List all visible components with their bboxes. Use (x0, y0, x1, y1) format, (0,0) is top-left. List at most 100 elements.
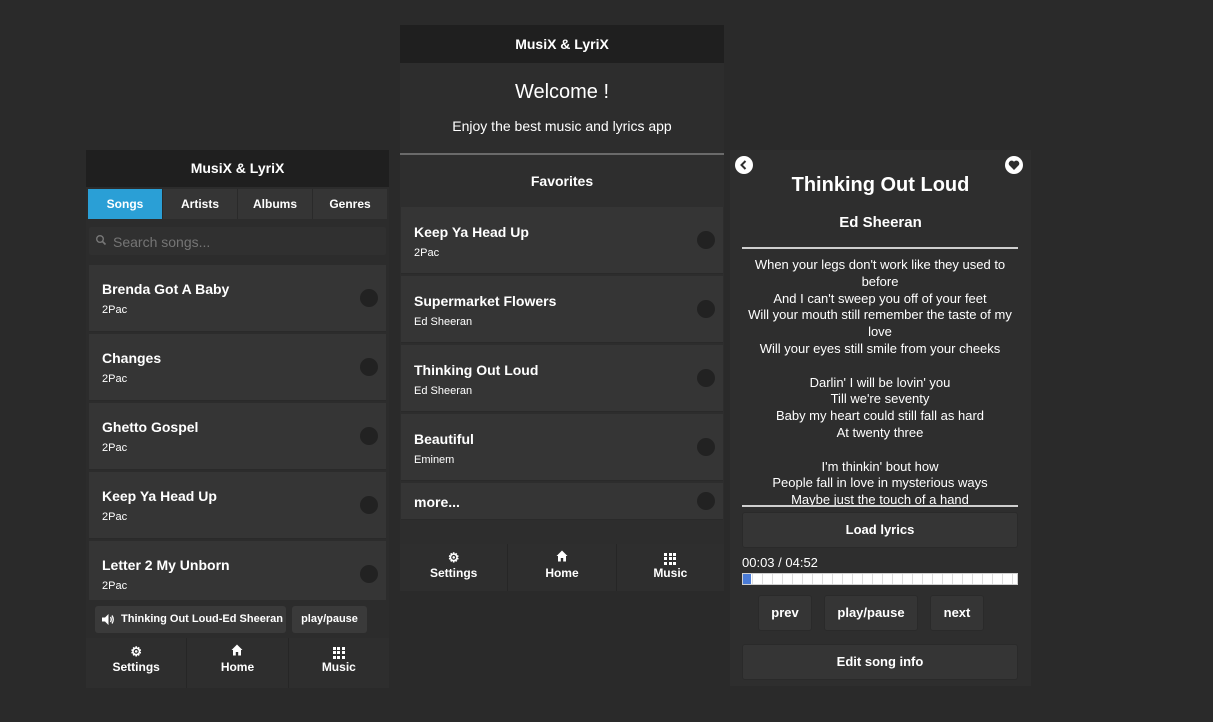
tab-artists[interactable]: Artists (163, 189, 238, 219)
song-artist: 2Pac (414, 247, 440, 259)
play-pause-button[interactable]: play/pause (292, 606, 367, 633)
tab-songs[interactable]: Songs (88, 189, 163, 219)
search-icon (95, 233, 107, 251)
now-playing-bar: Thinking Out Loud-Ed Sheeran play/pause (86, 600, 389, 638)
tab-genres[interactable]: Genres (313, 189, 387, 219)
search-input[interactable] (111, 230, 375, 254)
song-title: Letter 2 My Unborn (102, 557, 230, 573)
list-item[interactable]: Thinking Out Loud Ed Sheeran (401, 345, 723, 412)
nav-settings[interactable]: ⚙ Settings (86, 638, 188, 688)
app-header: MusiX & LyriX (86, 150, 389, 187)
list-item[interactable]: Supermarket Flowers Ed Sheeran (401, 276, 723, 343)
song-title: Keep Ya Head Up (414, 224, 529, 240)
lyrics-box[interactable]: When your legs don't work like they used… (742, 247, 1018, 507)
nav-music[interactable]: Music (289, 638, 389, 688)
time-readout: 00:03 / 04:52 (742, 555, 818, 570)
song-artist: Ed Sheeran (414, 316, 473, 328)
song-artist: 2Pac (102, 580, 128, 592)
song-title: Keep Ya Head Up (102, 488, 217, 504)
list-item[interactable]: Changes 2Pac (89, 334, 386, 401)
library-panel: MusiX & LyriX Songs Artists Albums Genre… (86, 150, 389, 688)
nav-home[interactable]: Home (187, 638, 289, 688)
song-title: Brenda Got A Baby (102, 281, 230, 297)
progress-ticks (743, 574, 1017, 584)
nav-settings-label: Settings (112, 660, 160, 674)
song-artist: 2Pac (102, 511, 128, 523)
list-item[interactable]: Letter 2 My Unborn 2Pac (89, 541, 386, 608)
status-dot (697, 492, 715, 510)
grid-icon (289, 644, 389, 660)
song-artist: 2Pac (102, 373, 128, 385)
song-artist: 2Pac (102, 442, 128, 454)
lyrics-text: When your legs don't work like they used… (748, 257, 1012, 507)
nav-home-label: Home (545, 566, 579, 580)
search-bar (89, 227, 386, 255)
favorites-list: Keep Ya Head Up 2Pac Supermarket Flowers… (401, 207, 723, 520)
nav-settings[interactable]: ⚙ Settings (400, 544, 509, 591)
nav-music-label: Music (321, 660, 356, 674)
song-title: Supermarket Flowers (414, 293, 557, 309)
status-dot (360, 496, 378, 514)
speaker-icon (101, 613, 115, 631)
app-header: MusiX & LyriX (400, 25, 724, 63)
home-icon (508, 550, 615, 566)
welcome-subtitle: Enjoy the best music and lyrics app (452, 118, 672, 134)
favorite-button[interactable] (1005, 156, 1023, 174)
song-title: Ghetto Gospel (102, 419, 199, 435)
welcome-section: Welcome ! Enjoy the best music and lyric… (400, 63, 724, 155)
song-artist: Ed Sheeran (414, 385, 473, 397)
song-title: Thinking Out Loud (414, 362, 539, 378)
player-panel: Thinking Out Loud Ed Sheeran When your l… (730, 150, 1031, 686)
nav-music[interactable]: Music (617, 544, 724, 591)
play-pause-button[interactable]: play/pause (824, 595, 918, 631)
status-dot (360, 358, 378, 376)
more-link[interactable]: more... (401, 483, 723, 520)
next-button[interactable]: next (930, 595, 984, 631)
song-title: Thinking Out Loud (791, 174, 970, 196)
song-title: Beautiful (414, 431, 474, 447)
tab-albums[interactable]: Albums (238, 189, 313, 219)
status-dot (697, 300, 715, 318)
more-label: more... (414, 494, 460, 510)
grid-icon (617, 550, 724, 566)
status-dot (697, 369, 715, 387)
favorites-header: Favorites (400, 155, 724, 207)
tab-bar: Songs Artists Albums Genres (88, 189, 387, 219)
list-item[interactable]: Ghetto Gospel 2Pac (89, 403, 386, 470)
chevron-left-icon (740, 160, 747, 170)
song-list: Brenda Got A Baby 2Pac Changes 2Pac Ghet… (89, 265, 386, 608)
edit-song-button[interactable]: Edit song info (742, 644, 1018, 680)
bottom-nav: ⚙ Settings Home Music (86, 638, 389, 688)
bottom-nav: ⚙ Settings Home Music (400, 544, 724, 591)
progress-fill (743, 574, 752, 584)
welcome-title: Welcome ! (514, 81, 610, 103)
prev-button[interactable]: prev (758, 595, 812, 631)
load-lyrics-button[interactable]: Load lyrics (742, 512, 1018, 548)
status-dot (360, 565, 378, 583)
status-dot (697, 231, 715, 249)
song-artist: Eminem (414, 454, 455, 466)
status-dot (360, 289, 378, 307)
now-playing-label: Thinking Out Loud-Ed Sheeran (121, 613, 283, 625)
list-item[interactable]: Keep Ya Head Up 2Pac (89, 472, 386, 539)
home-icon (187, 644, 287, 660)
heart-icon (1008, 160, 1020, 170)
back-button[interactable] (735, 156, 753, 174)
nav-home-label: Home (220, 660, 255, 674)
home-panel: MusiX & LyriX Welcome ! Enjoy the best m… (400, 25, 724, 591)
song-artist: Ed Sheeran (839, 214, 922, 231)
gear-icon: ⚙ (130, 644, 142, 659)
list-item[interactable]: Keep Ya Head Up 2Pac (401, 207, 723, 274)
nav-home[interactable]: Home (508, 544, 617, 591)
progress-bar[interactable] (742, 573, 1018, 585)
nav-music-label: Music (653, 566, 688, 580)
list-item[interactable]: Beautiful Eminem (401, 414, 723, 481)
gear-icon: ⚙ (447, 550, 460, 565)
now-playing-button[interactable]: Thinking Out Loud-Ed Sheeran (95, 606, 286, 633)
song-title: Changes (102, 350, 162, 366)
list-item[interactable]: Brenda Got A Baby 2Pac (89, 265, 386, 332)
song-artist: 2Pac (102, 304, 128, 316)
nav-settings-label: Settings (429, 566, 478, 580)
status-dot (360, 427, 378, 445)
status-dot (697, 438, 715, 456)
